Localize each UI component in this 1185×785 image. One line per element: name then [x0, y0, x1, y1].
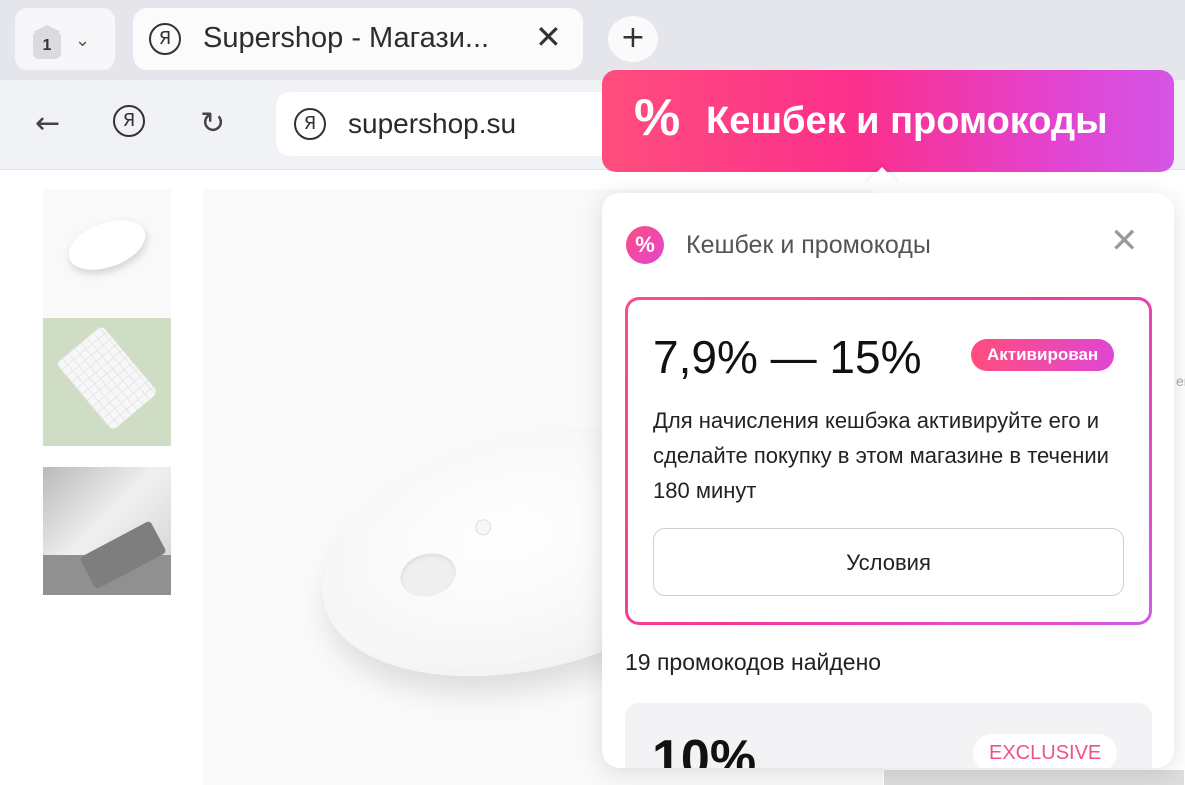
cashback-banner-label: Кешбек и промокоды	[706, 100, 1108, 142]
mouse-button	[473, 517, 493, 537]
tab-counter-button[interactable]: 1 ⌄	[15, 8, 115, 70]
yandex-logo-icon: Я	[294, 108, 326, 140]
keyboard-image	[55, 325, 159, 431]
url-text: supershop.su	[348, 108, 517, 139]
yandex-logo-icon: Я	[149, 23, 181, 55]
percent-icon: %	[626, 226, 664, 264]
page-edge-text: er	[1176, 373, 1185, 389]
product-thumbnail-mouse[interactable]	[43, 189, 171, 317]
chevron-down-icon: ⌄	[75, 30, 91, 50]
reload-icon[interactable]: ↻	[200, 106, 225, 141]
cashback-card-body: 7,9% — 15% Активирован Для начисления ке…	[628, 300, 1149, 622]
cashback-banner[interactable]: % Кешбек и промокоды	[602, 70, 1174, 172]
tab-title: Supershop - Магази...	[203, 22, 490, 54]
popup-title: Кешбек и промокоды	[686, 231, 931, 259]
product-thumbnail-desk[interactable]	[43, 467, 171, 595]
conditions-button[interactable]: Условия	[653, 528, 1124, 596]
tab-counter-icon: 1	[33, 25, 61, 59]
back-arrow-icon[interactable]: ←	[35, 106, 60, 141]
browser-tab-active[interactable]: Я Supershop - Магази... ✕	[133, 8, 583, 70]
promocodes-found-count: 19 промокодов найдено	[625, 649, 882, 675]
tab-strip: 1 ⌄ Я Supershop - Магази... ✕ +	[0, 0, 1185, 80]
cashback-range: 7,9% — 15%	[653, 331, 922, 383]
mouse-image	[61, 210, 153, 280]
mouse-wheel	[395, 547, 461, 603]
exclusive-badge: EXCLUSIVE	[973, 734, 1118, 768]
yandex-home-icon[interactable]: Я	[113, 105, 145, 137]
percent-icon: %	[634, 89, 681, 147]
promo-card[interactable]: 10% EXCLUSIVE	[625, 703, 1152, 768]
new-tab-button[interactable]: +	[608, 16, 658, 62]
promo-value: 10%	[652, 730, 757, 768]
cashback-popup: % Кешбек и промокоды ✕ 7,9% — 15% Активи…	[602, 193, 1174, 768]
close-icon[interactable]: ✕	[1110, 221, 1139, 261]
cashback-card: 7,9% — 15% Активирован Для начисления ке…	[625, 297, 1152, 625]
page-background-strip	[884, 770, 1184, 785]
cashback-description: Для начисления кешбэка активируйте его и…	[653, 408, 1109, 503]
activated-badge: Активирован	[971, 339, 1115, 371]
tab-close-icon[interactable]: ✕	[535, 18, 562, 56]
product-thumbnail-keyboard[interactable]	[43, 318, 171, 446]
